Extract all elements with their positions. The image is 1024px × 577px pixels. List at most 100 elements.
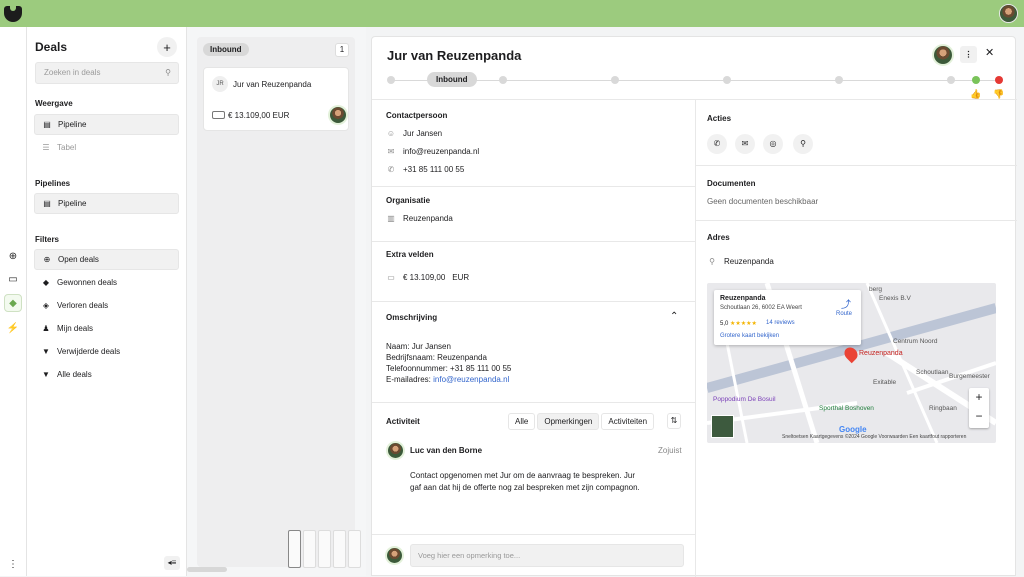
map-label: Ringbaan: [929, 405, 957, 412]
divider: [695, 99, 696, 577]
activity-author: Luc van den Borne: [410, 446, 483, 455]
org-row[interactable]: ▥ Reuzenpanda: [386, 214, 453, 223]
building-icon: ▥: [387, 214, 395, 223]
contact-heading: Contactpersoon: [386, 111, 448, 120]
stage-dot[interactable]: [947, 76, 955, 84]
zoom-out-icon[interactable]: −: [969, 407, 989, 426]
logo-icon[interactable]: [4, 6, 22, 22]
inbox-icon[interactable]: ▭: [4, 270, 22, 288]
description-text: Naam: Jur Jansen Bedrijfsnaam: Reuzenpan…: [386, 342, 512, 384]
stage-dot[interactable]: [835, 76, 843, 84]
person-icon: ☺: [386, 129, 396, 138]
map-pin-label: Reuzenpanda: [859, 350, 903, 357]
lightning-icon[interactable]: ⚡: [4, 319, 22, 337]
owner-avatar[interactable]: [932, 44, 954, 66]
deal-card[interactable]: JR Jur van Reuzenpanda € 13.109,00 EUR: [203, 67, 349, 131]
filter-all-deals[interactable]: ▼ Alle deals: [34, 364, 179, 385]
filter-open-deals[interactable]: ⊕ Open deals: [34, 249, 179, 270]
won-dot[interactable]: [972, 76, 980, 84]
map-label: Burgemeester: [949, 373, 990, 380]
filter-lost-deals[interactable]: ◈ Verloren deals: [34, 295, 179, 316]
current-stage-badge[interactable]: Inbound: [427, 72, 477, 87]
tab-all[interactable]: Alle: [508, 413, 536, 430]
more-options-button[interactable]: ⋮: [960, 46, 977, 63]
zoom-in-icon[interactable]: +: [969, 388, 989, 407]
divider: [372, 402, 695, 403]
add-deal-button[interactable]: +: [157, 37, 177, 57]
documents-empty: Geen documenten beschikbaar: [707, 197, 819, 206]
horizontal-scrollbar[interactable]: [187, 567, 227, 572]
deal-card-name: Jur van Reuzenpanda: [233, 80, 312, 89]
stage-dot[interactable]: [387, 76, 395, 84]
search-input[interactable]: Zoeken in deals ⚲: [35, 62, 179, 84]
filter-my-deals[interactable]: ♟ Mijn deals: [34, 318, 179, 339]
close-icon[interactable]: ✕: [985, 46, 994, 59]
divider: [372, 241, 695, 242]
map-info-card[interactable]: Reuzenpanda Schoutlaan 26, 6002 EA Weert…: [714, 290, 861, 345]
stage-dot[interactable]: [499, 76, 507, 84]
pipeline-icon: ▤: [43, 199, 51, 208]
stage-dot[interactable]: [611, 76, 619, 84]
description-email-link[interactable]: info@reuzenpanda.nl: [433, 375, 509, 384]
stage-count: 1: [335, 43, 349, 57]
map-reviews-link[interactable]: 14 reviews: [766, 320, 795, 326]
stage-dot[interactable]: [723, 76, 731, 84]
map-label: Enexis B.V: [879, 295, 911, 302]
contact-name-row: ☺ Jur Jansen: [386, 129, 443, 138]
email-button[interactable]: ✉: [735, 134, 755, 154]
map-rating: 5,0 ★★★★★: [720, 321, 757, 327]
menu-dots-icon[interactable]: ⋮: [4, 555, 22, 573]
divider: [372, 186, 695, 187]
contact-email-row[interactable]: ✉ info@reuzenpanda.nl: [386, 147, 480, 156]
map-route-link[interactable]: Route: [836, 311, 852, 317]
route-button[interactable]: ⚲: [793, 134, 813, 154]
map-address: Schoutlaan 26, 6002 EA Weert: [720, 305, 802, 311]
target-icon[interactable]: ⊕: [4, 247, 22, 265]
pipeline-icon: ▤: [43, 120, 51, 129]
deal-card-amount: € 13.109,00 EUR: [228, 111, 290, 120]
stage-progress-line: [390, 80, 1000, 81]
whatsapp-button[interactable]: ◎: [763, 134, 783, 154]
search-icon: ⚲: [165, 68, 171, 77]
filter-deleted-deals[interactable]: ▼ Verwijderde deals: [34, 341, 179, 362]
comment-input[interactable]: Voeg hier een opmerking toe...: [410, 544, 684, 567]
pipeline-item[interactable]: ▤ Pipeline: [34, 193, 179, 214]
divider: [695, 165, 1017, 166]
map[interactable]: Reuzenpanda Schoutlaan 26, 6002 EA Weert…: [707, 283, 996, 443]
collapse-sidebar-button[interactable]: ◂≡: [164, 556, 180, 570]
tab-activities[interactable]: Activiteiten: [601, 413, 655, 430]
org-heading: Organisatie: [386, 196, 431, 205]
table-icon: ☰: [42, 143, 50, 152]
money-icon: [212, 111, 225, 119]
user-avatar[interactable]: [999, 4, 1018, 23]
pipeline-board: Inbound 1 JR Jur van Reuzenpanda € 13.10…: [187, 27, 366, 576]
map-place-name: Reuzenpanda: [720, 295, 766, 302]
map-footer[interactable]: Sneltoetsen Kaartgegevens ©2024 Google V…: [782, 434, 966, 440]
filter-won-deals[interactable]: ◆ Gewonnen deals: [34, 272, 179, 293]
view-pipeline[interactable]: ▤ Pipeline: [34, 114, 179, 135]
address-heading: Adres: [707, 233, 730, 242]
contact-phone-row[interactable]: ✆ +31 85 111 00 55: [386, 165, 465, 174]
chevron-up-icon[interactable]: ⌃: [670, 311, 678, 322]
phone-icon: ✆: [387, 165, 395, 174]
tab-comments[interactable]: Opmerkingen: [537, 413, 600, 430]
lost-dot[interactable]: [995, 76, 1003, 84]
map-zoom-controls[interactable]: + −: [969, 388, 989, 428]
map-satellite-toggle[interactable]: [711, 415, 734, 438]
map-bigger-link[interactable]: Grotere kaart bekijken: [720, 333, 779, 339]
view-table[interactable]: ☰ Tabel: [34, 137, 179, 158]
directions-icon[interactable]: ⤴: [841, 296, 851, 311]
target-icon: ⊕: [43, 255, 51, 264]
deal-detail-panel: Jur van Reuzenpanda ⋮ ✕ Inbound 👍 👎 Cont…: [371, 36, 1017, 577]
comment-bar: Voeg hier een opmerking toe...: [372, 534, 695, 577]
map-label: Schoutlaan: [916, 369, 949, 376]
avatar: [385, 546, 404, 565]
route-icon: ⚲: [709, 257, 715, 266]
deals-icon[interactable]: ◆: [4, 294, 22, 312]
call-button[interactable]: ✆: [707, 134, 727, 154]
sort-icon[interactable]: ⇅: [667, 413, 681, 429]
board-minimap[interactable]: [288, 530, 366, 570]
address-row[interactable]: ⚲ Reuzenpanda: [707, 257, 774, 266]
left-rail: ⊕ ▭ ◆ ⚡ ⋮: [0, 27, 27, 576]
map-label: berg: [869, 286, 883, 293]
